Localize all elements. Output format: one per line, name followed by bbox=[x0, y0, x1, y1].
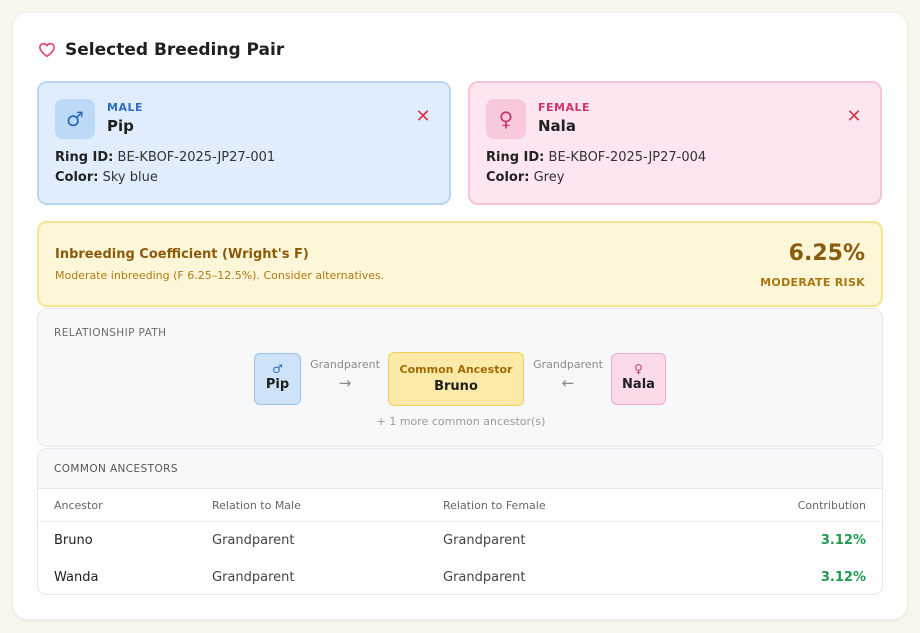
inbreeding-title: Inbreeding Coefficient (Wright's F) bbox=[55, 247, 309, 262]
path-edge-right: Grandparent ← bbox=[528, 358, 608, 392]
female-ring-id: BE-KBOF-2025-JP27-004 bbox=[548, 150, 707, 165]
color-label: Color: bbox=[486, 170, 530, 185]
path-node-common-ancestor: Common Ancestor Bruno bbox=[388, 352, 524, 406]
color-label: Color: bbox=[55, 170, 99, 185]
contribution-value: 3.12% bbox=[820, 533, 866, 548]
female-name: Nala bbox=[538, 117, 576, 135]
path-edge-left: Grandparent → bbox=[306, 358, 384, 392]
remove-male-button[interactable]: ✕ bbox=[415, 106, 431, 127]
close-icon: ✕ bbox=[415, 106, 431, 127]
female-color: Grey bbox=[533, 170, 565, 185]
column-header-relation-female: Relation to Female bbox=[443, 499, 546, 512]
path-male-name: Pip bbox=[265, 377, 290, 392]
arrow-right-icon: → bbox=[338, 374, 352, 392]
page-title: Selected Breeding Pair bbox=[65, 40, 285, 60]
arrow-left-icon: ← bbox=[561, 374, 575, 392]
section-header: Selected Breeding Pair bbox=[38, 40, 284, 60]
ring-id-label: Ring ID: bbox=[55, 150, 114, 165]
relation-to-male: Grandparent bbox=[212, 570, 295, 585]
female-card: ♀ FEMALE Nala ✕ Ring ID: BE-KBOF-2025-JP… bbox=[468, 81, 882, 205]
female-ring-row: Ring ID: BE-KBOF-2025-JP27-004 bbox=[486, 150, 706, 165]
inbreeding-value: 6.25% bbox=[788, 241, 865, 266]
common-ancestors-title: COMMON ANCESTORS bbox=[38, 449, 882, 489]
more-ancestors-note: + 1 more common ancestor(s) bbox=[376, 415, 546, 428]
inbreeding-subtitle: Moderate inbreeding (F 6.25–12.5%). Cons… bbox=[55, 269, 385, 282]
risk-badge: MODERATE RISK bbox=[760, 276, 865, 289]
common-ancestor-name: Bruno bbox=[434, 379, 478, 394]
male-ring-row: Ring ID: BE-KBOF-2025-JP27-001 bbox=[55, 150, 275, 165]
female-color-row: Color: Grey bbox=[486, 170, 564, 185]
male-color: Sky blue bbox=[102, 170, 158, 185]
close-icon: ✕ bbox=[846, 106, 862, 127]
column-header-ancestor: Ancestor bbox=[54, 499, 103, 512]
ring-id-label: Ring ID: bbox=[486, 150, 545, 165]
male-name: Pip bbox=[107, 117, 134, 135]
remove-female-button[interactable]: ✕ bbox=[846, 106, 862, 127]
common-ancestors-table: COMMON ANCESTORS Ancestor Relation to Ma… bbox=[37, 448, 883, 595]
table-header-row: Ancestor Relation to Male Relation to Fe… bbox=[38, 489, 882, 522]
common-ancestor-label: Common Ancestor bbox=[399, 363, 513, 376]
column-header-contribution: Contribution bbox=[797, 499, 866, 512]
male-card: ♂ MALE Pip ✕ Ring ID: BE-KBOF-2025-JP27-… bbox=[37, 81, 451, 205]
right-relation-label: Grandparent bbox=[533, 358, 603, 371]
relation-to-female: Grandparent bbox=[443, 570, 526, 585]
relation-to-female: Grandparent bbox=[443, 533, 526, 548]
heart-icon bbox=[39, 42, 55, 58]
relation-to-male: Grandparent bbox=[212, 533, 295, 548]
relationship-path-label: RELATIONSHIP PATH bbox=[54, 327, 167, 339]
left-relation-label: Grandparent bbox=[310, 358, 380, 371]
path-node-male: ♂ Pip bbox=[254, 353, 301, 405]
female-symbol-icon: ♀ bbox=[634, 362, 643, 376]
path-female-name: Nala bbox=[622, 377, 655, 392]
female-symbol-icon: ♀ bbox=[486, 99, 526, 139]
ancestor-name: Wanda bbox=[54, 570, 99, 585]
male-symbol-icon: ♂ bbox=[272, 362, 283, 376]
path-node-female: ♀ Nala bbox=[611, 353, 666, 405]
contribution-value: 3.12% bbox=[820, 570, 866, 585]
table-row: Bruno Grandparent Grandparent 3.12% bbox=[38, 522, 882, 559]
male-symbol-icon: ♂ bbox=[55, 99, 95, 139]
male-ring-id: BE-KBOF-2025-JP27-001 bbox=[117, 150, 276, 165]
column-header-relation-male: Relation to Male bbox=[212, 499, 301, 512]
table-row: Wanda Grandparent Grandparent 3.12% bbox=[38, 559, 882, 594]
male-sex-label: MALE bbox=[107, 101, 143, 114]
male-color-row: Color: Sky blue bbox=[55, 170, 158, 185]
female-sex-label: FEMALE bbox=[538, 101, 591, 114]
relationship-path-panel: RELATIONSHIP PATH ♂ Pip Grandparent → Co… bbox=[37, 308, 883, 447]
inbreeding-panel: Inbreeding Coefficient (Wright's F) Mode… bbox=[37, 221, 883, 307]
ancestor-name: Bruno bbox=[54, 533, 93, 548]
